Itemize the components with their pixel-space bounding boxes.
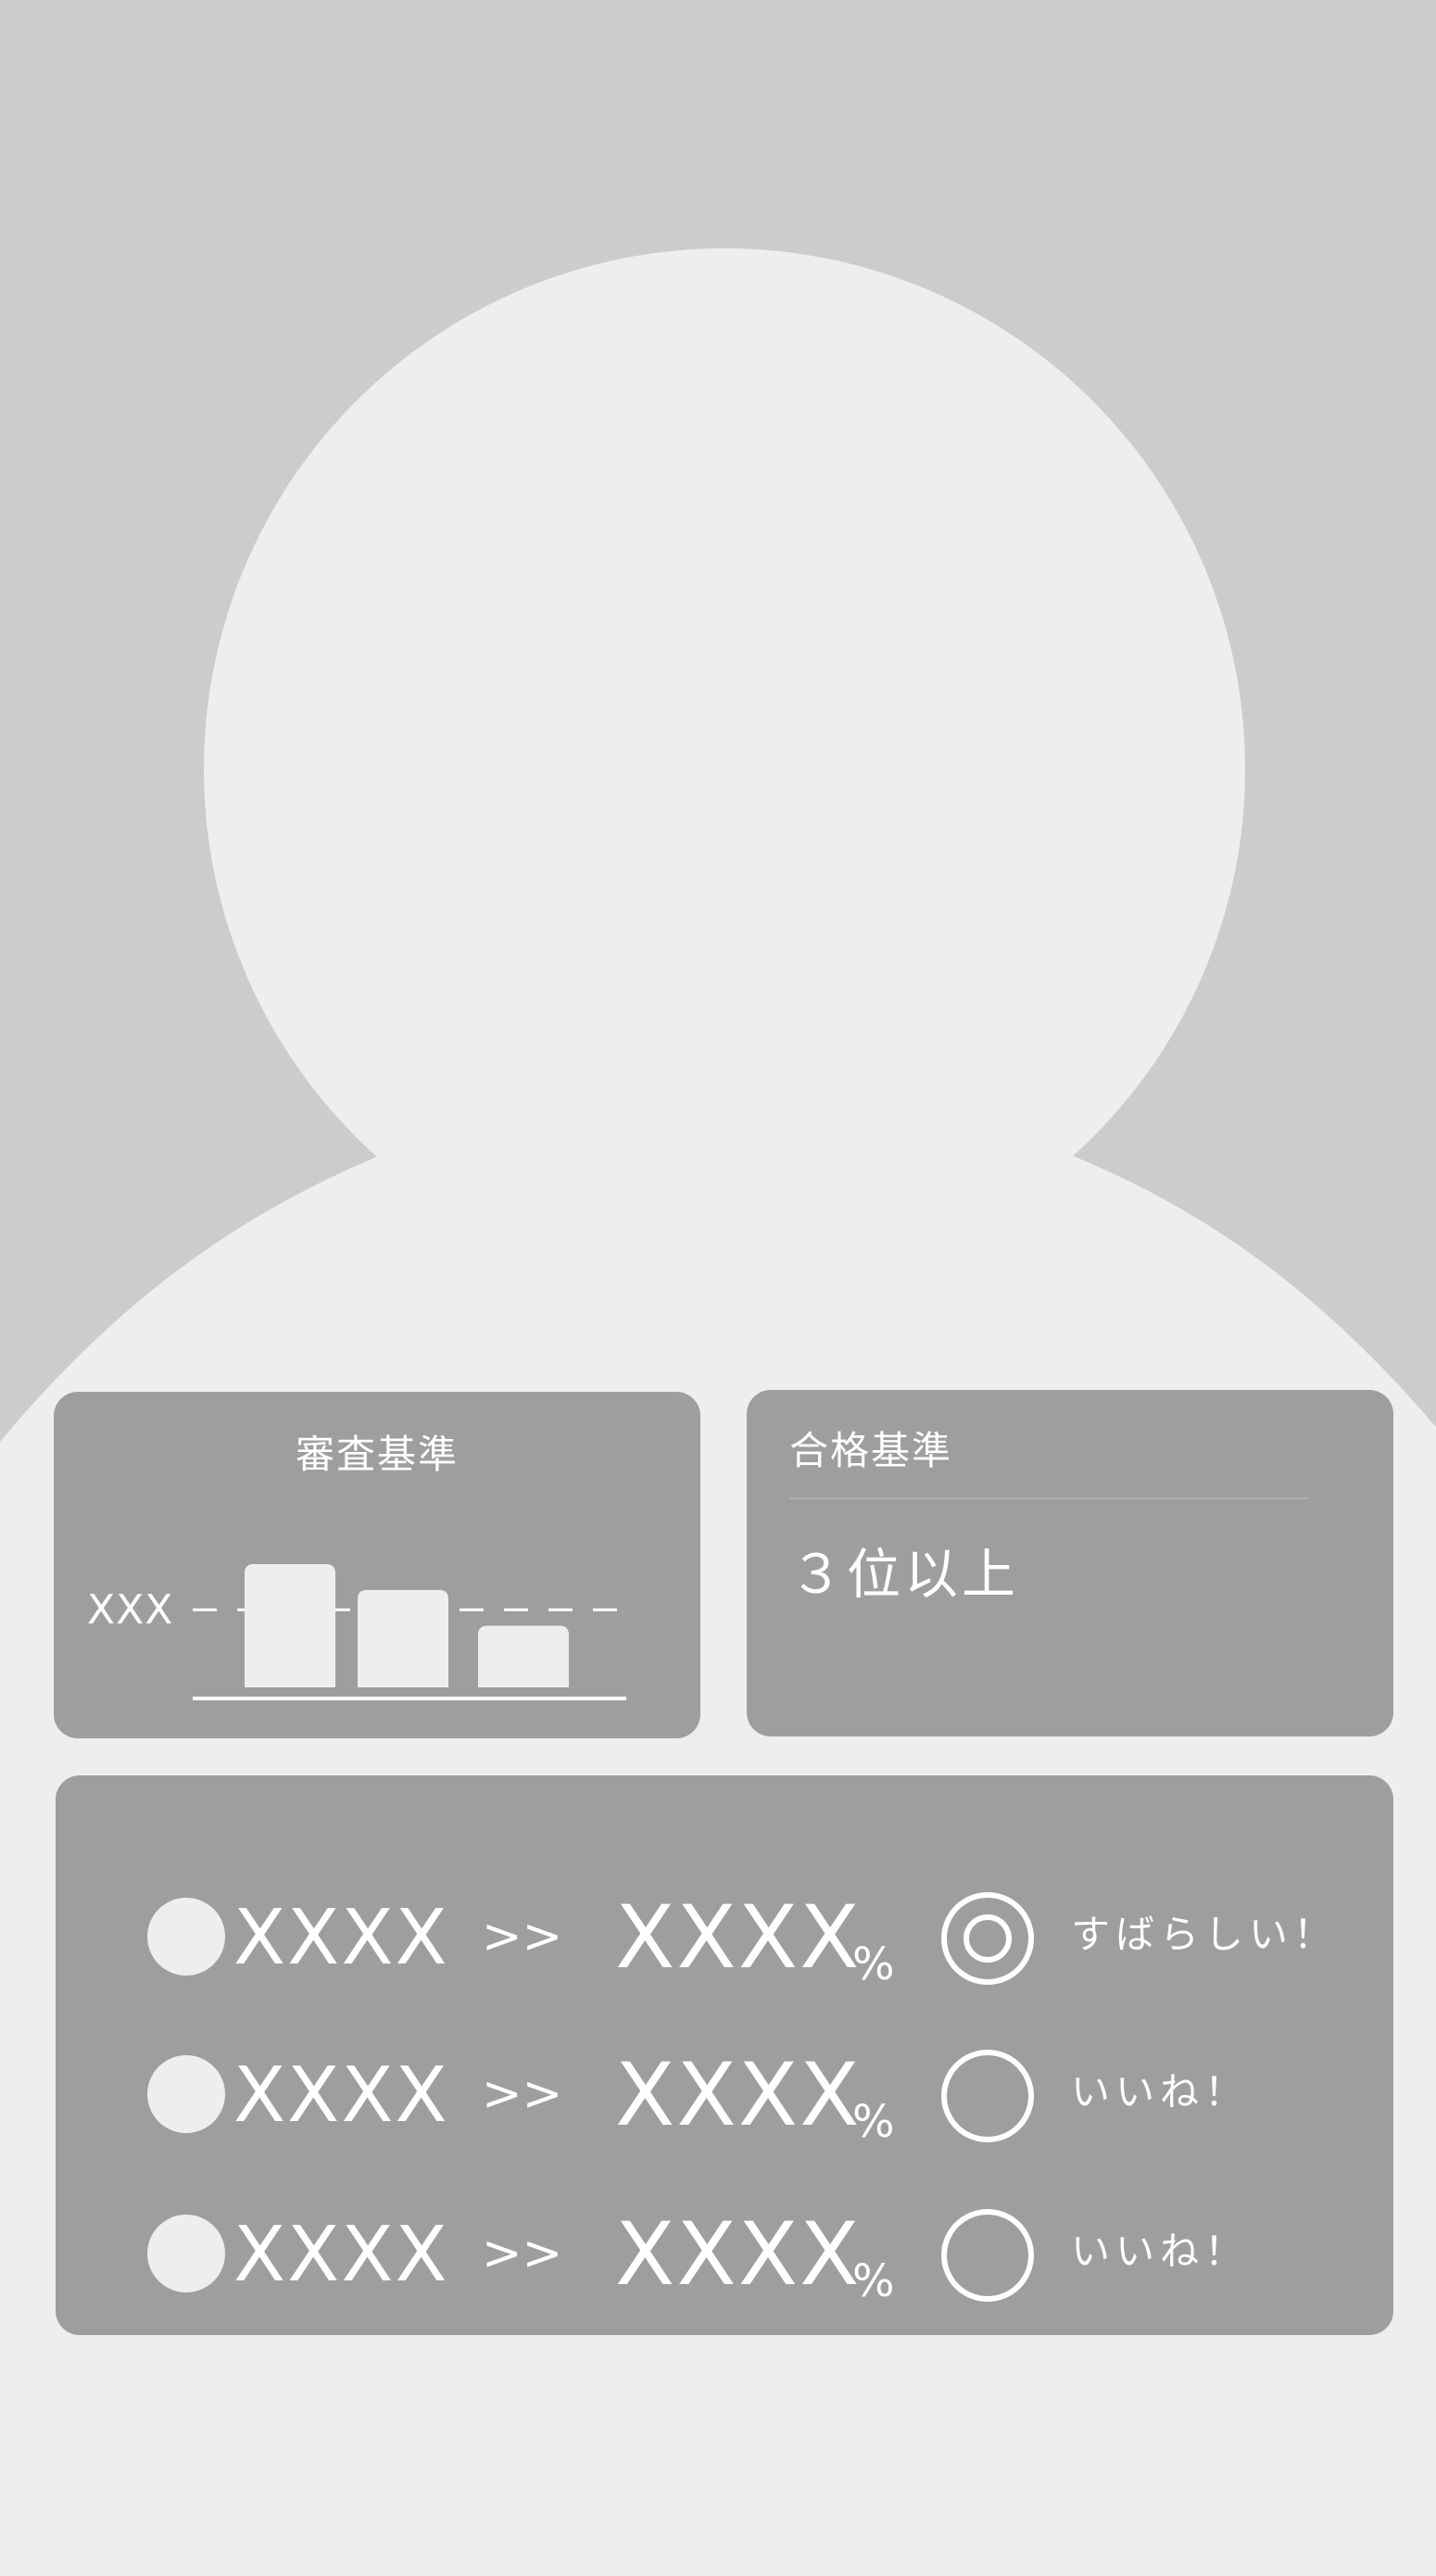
screen: 審査基準 XXX 合格基準 ３位以上 XXXX >> XXXX % すばらしい！…	[0, 0, 1436, 2576]
bullet-icon	[147, 2215, 225, 2292]
arrow-icon: >>	[482, 2066, 563, 2122]
result-to: XXXX	[615, 2204, 862, 2305]
chart-bar	[245, 1564, 335, 1687]
circle-icon	[941, 2209, 1034, 2302]
result-from: XXXX	[233, 2052, 449, 2140]
pass-criteria-card: 合格基準 ３位以上	[747, 1390, 1393, 1736]
bullet-icon	[147, 1898, 225, 1976]
criteria-card: 審査基準 XXX	[54, 1392, 700, 1738]
result-comment: いいね！	[1071, 2069, 1250, 2115]
person-head-shape	[204, 248, 1245, 1290]
result-comment: いいね！	[1071, 2229, 1250, 2274]
result-row: XXXX >> XXXX % いいね！	[56, 2040, 1393, 2152]
result-unit: %	[852, 2096, 895, 2148]
result-to: XXXX	[615, 2045, 862, 2146]
result-unit: %	[852, 1938, 895, 1990]
chart-bar	[478, 1625, 569, 1687]
divider	[789, 1497, 1308, 1499]
result-from: XXXX	[233, 2211, 449, 2299]
result-row: XXXX >> XXXX % すばらしい！	[56, 1883, 1393, 1994]
result-to: XXXX	[615, 1888, 862, 1989]
pass-criteria-value: ３位以上	[789, 1543, 1020, 1606]
result-from: XXXX	[233, 1894, 449, 1982]
bullet-icon	[147, 2055, 225, 2133]
arrow-icon: >>	[482, 2226, 563, 2281]
person-placeholder-icon	[0, 0, 1436, 1446]
result-unit: %	[852, 2255, 895, 2307]
pass-criteria-title: 合格基準	[789, 1428, 953, 1473]
chart-bar	[358, 1589, 448, 1687]
result-row: XXXX >> XXXX % いいね！	[56, 2200, 1393, 2311]
arrow-icon: >>	[482, 1909, 563, 1964]
criteria-bar-chart	[193, 1564, 626, 1700]
results-card: XXXX >> XXXX % すばらしい！ XXXX >> XXXX % いいね…	[56, 1775, 1393, 2335]
result-comment: すばらしい！	[1071, 1912, 1339, 1957]
double-circle-icon	[941, 1892, 1034, 1985]
circle-icon	[941, 2050, 1034, 2142]
